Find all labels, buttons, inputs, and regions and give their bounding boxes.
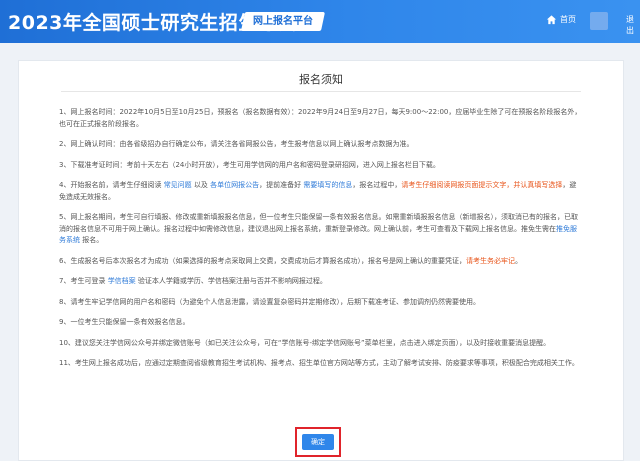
title-divider [61,91,581,92]
notice-text: 1、网上报名时间：2022年10月5日至10月25日，预报名（报名数据有效）：2… [59,108,582,128]
home-icon [546,15,557,25]
notice-item: 5、网上报名期间，考生可自行填报、修改或重新填报报名信息，但一位考生只能保留一条… [59,212,583,247]
notice-item: 8、请考生牢记学信网的用户名和密码（为避免个人信息泄露，请设置复杂密码并定期修改… [59,297,583,309]
notice-item: 3、下载准考证时间：考前十天左右（24小时开放），考生可用学信网的用户名和密码登… [59,160,583,172]
notice-item: 10、建议您关注学信网公众号并绑定微信账号（如已关注公众号，可在“学信账号-绑定… [59,338,583,350]
notice-text: 4、开始报名前，请考生仔细阅读 [59,181,164,189]
notice-warning-text: 请考生务必牢记 [465,256,515,265]
notice-panel: 报名须知 1、网上报名时间：2022年10月5日至10月25日，预报名（报名数据… [18,60,624,461]
notice-link[interactable]: 学信档案 [108,277,136,285]
notice-text: 以及 [191,181,211,189]
notice-text: 7、考生可登录 [59,277,108,285]
notice-text: 8、请考生牢记学信网的用户名和密码（为避免个人信息泄露，请设置复杂密码并定期修改… [59,297,480,306]
notice-link[interactable]: 需要填写的信息 [303,181,352,189]
confirm-button[interactable]: 确定 [302,434,334,450]
notice-item: 1、网上报名时间：2022年10月5日至10月25日，预报名（报名数据有效）：2… [59,107,583,130]
home-link[interactable]: 首页 [546,14,576,25]
platform-tag: 网上报名平台 [240,12,326,31]
notice-text: 11、考生网上报名成功后，应通过定期查阅省级教育招生考试机构、报考点、招生单位官… [59,359,579,367]
notice-text: 报名。 [80,236,104,244]
notice-text: 10、建议您关注学信网公众号并绑定微信账号（如已关注公众号，可在“学信账号-绑定… [59,338,551,347]
home-link-label: 首页 [560,15,576,24]
notice-text: ，提前准备好 [259,181,304,189]
notice-warning-text: 请考生仔细阅读网报页面提示文字，并认真填写选择 [401,181,563,189]
notice-item: 9、一位考生只能保留一条有效报名信息。 [59,317,583,329]
notice-text: 验证本人学籍或学历、学信档案注册与否并不影响网报过程。 [135,277,327,285]
notice-text: 9、一位考生只能保留一条有效报名信息。 [59,318,190,326]
notice-item: 7、考生可登录 学信档案 验证本人学籍或学历、学信档案注册与否并不影响网报过程。 [59,276,583,288]
notice-list: 1、网上报名时间：2022年10月5日至10月25日，预报名（报名数据有效）：2… [59,107,583,379]
notice-text: 2、网上确认时间：由各省级招办自行确定公布，请关注各省网报公告，考生报考信息以网… [59,140,414,148]
notice-text: 5、网上报名期间，考生可自行填报、修改或重新填报报名信息，但一位考生只能保留一条… [59,213,578,233]
top-banner: 2023年全国硕士研究生招生考试 网上报名平台 首页 退出 [0,0,640,43]
notice-item: 4、开始报名前，请考生仔细阅读 常见问题 以及 各单位网报公告，提前准备好 需要… [59,180,583,203]
notice-text: 。 [514,256,522,265]
notice-item: 2、网上确认时间：由各省级招办自行确定公布，请关注各省网报公告，考生报考信息以网… [59,139,583,151]
exit-link[interactable]: 退出 [626,14,640,36]
notice-text: 6、生成报名号后本次报名才为成功（如果选择的报考点采取网上交费，交费成功后才算报… [59,256,466,265]
avatar[interactable] [590,12,608,30]
confirm-button-highlight: 确定 [295,427,341,457]
notice-text: 3、下载准考证时间：考前十天左右（24小时开放），考生可用学信网的用户名和密码登… [59,160,440,169]
platform-tag-label: 网上报名平台 [253,16,313,27]
notice-link[interactable]: 常见问题 [164,181,192,189]
notice-link[interactable]: 各单位网报公告 [210,181,259,189]
page-title: 报名须知 [299,73,343,86]
notice-item: 6、生成报名号后本次报名才为成功（如果选择的报考点采取网上交费，交费成功后才算报… [59,256,583,268]
notice-text: ，报名过程中， [352,181,402,189]
notice-item: 11、考生网上报名成功后，应通过定期查阅省级教育招生考试机构、报考点、招生单位官… [59,358,583,370]
